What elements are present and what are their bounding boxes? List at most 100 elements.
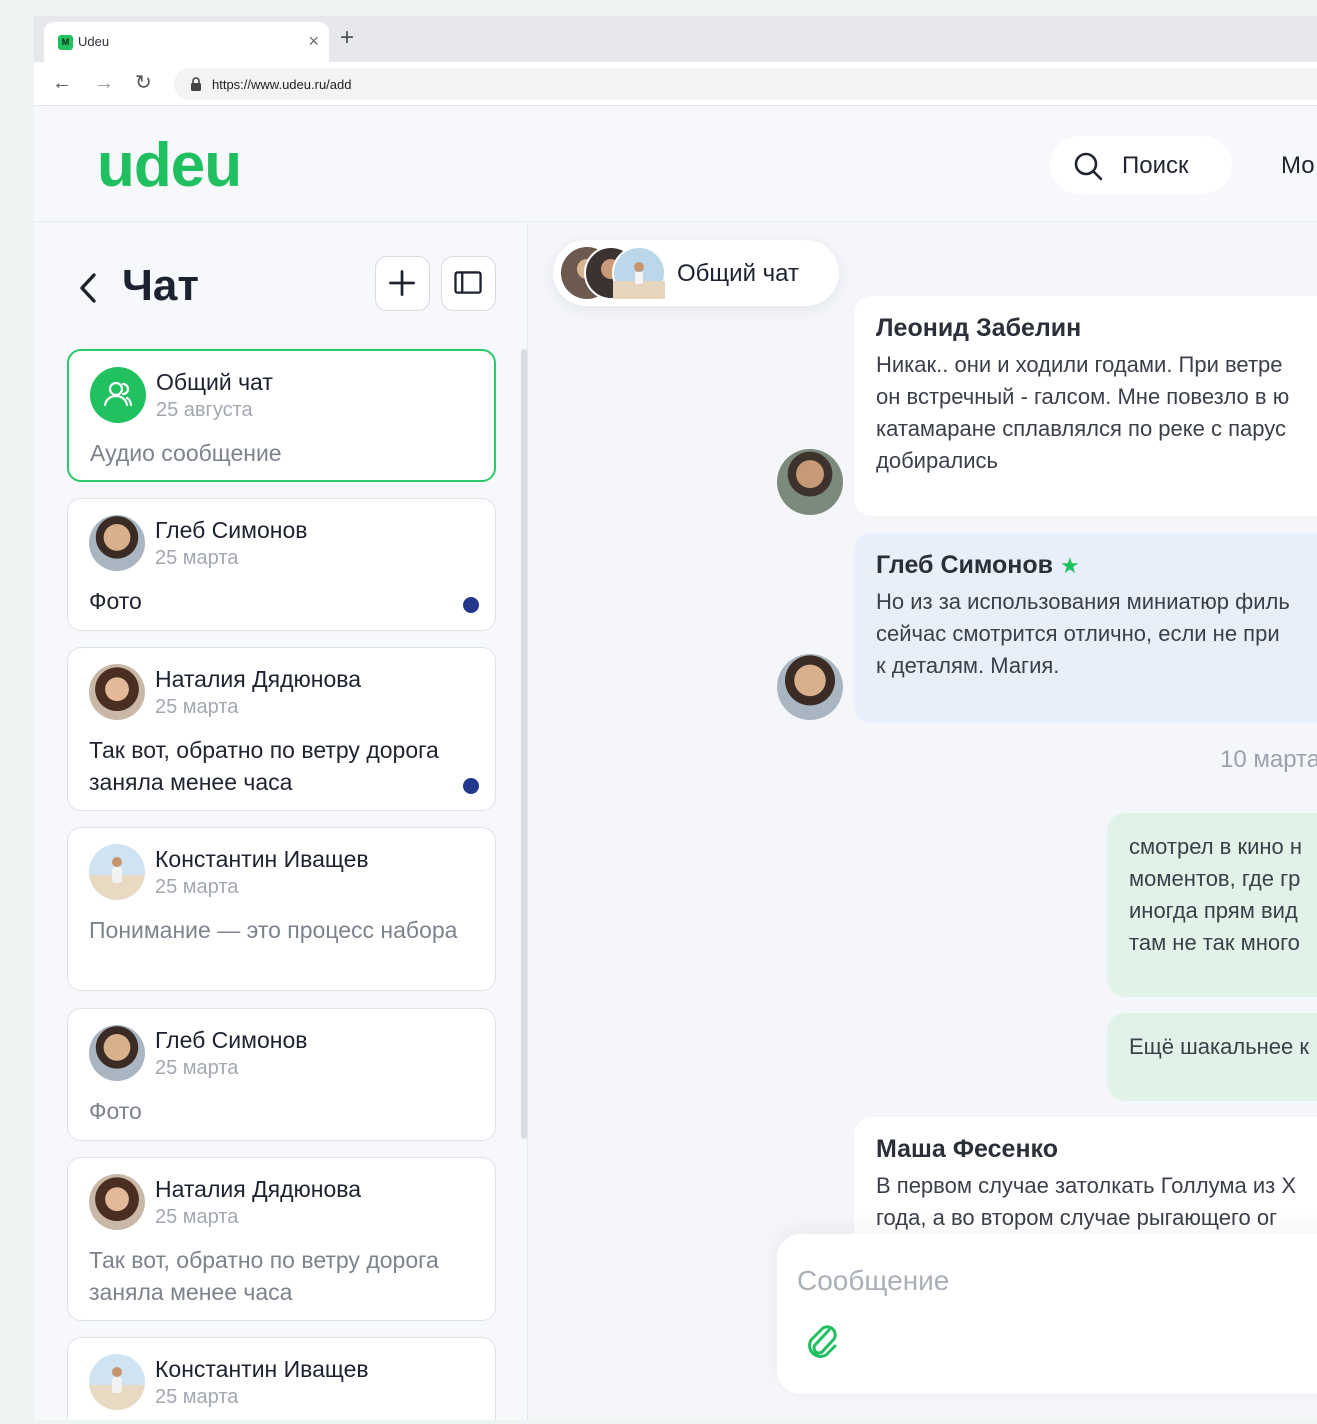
chat-list-item[interactable]: Константин Иващев 25 марта bbox=[67, 1337, 496, 1420]
chat-date: 25 августа bbox=[156, 399, 253, 421]
chat-name: Наталия Дядюнова bbox=[155, 666, 362, 692]
group-avatars-icon bbox=[561, 246, 666, 300]
message-bubble-own[interactable]: смотрел в кино н моментов, где гр иногда… bbox=[1107, 813, 1317, 997]
message-author: Леонид Забелин bbox=[876, 314, 1082, 342]
chat-date: 25 марта bbox=[155, 876, 239, 898]
chat-name: Общий чат bbox=[156, 369, 273, 395]
toggle-panel-button[interactable] bbox=[441, 256, 496, 311]
message-text: добирались bbox=[876, 448, 999, 473]
chat-list-item[interactable]: Глеб Симонов 25 марта Фото bbox=[67, 1008, 496, 1141]
chat-date: 25 марта bbox=[155, 1057, 239, 1079]
avatar bbox=[89, 515, 145, 571]
app: udeu Поиск Мо Чат Общий чат 25 августа А… bbox=[34, 106, 1317, 1420]
chat-date: 25 марта bbox=[155, 1386, 239, 1408]
paperclip-icon[interactable] bbox=[799, 1318, 843, 1362]
person-photo-icon bbox=[112, 1367, 122, 1393]
message-composer bbox=[777, 1234, 1317, 1394]
new-tab-button[interactable]: + bbox=[340, 26, 354, 50]
close-icon[interactable]: × bbox=[308, 31, 319, 51]
chat-preview: Так вот, обратно по ветру дорога заняла … bbox=[89, 1247, 439, 1305]
browser-navbar: ← → ↻ https://www.udeu.ru/add bbox=[34, 62, 1317, 106]
message-text: иногда прям вид bbox=[1129, 898, 1298, 923]
add-chat-button[interactable] bbox=[375, 256, 430, 311]
message-author: Маша Фесенко bbox=[876, 1135, 1058, 1163]
message-text: он встречный - галсом. Мне повезло в ю bbox=[876, 384, 1290, 409]
chevron-left-icon[interactable] bbox=[77, 271, 99, 305]
reload-icon[interactable]: ↻ bbox=[135, 72, 152, 94]
plus-icon bbox=[389, 270, 415, 296]
chat-name: Глеб Симонов bbox=[155, 1027, 308, 1053]
star-icon: ★ bbox=[1060, 553, 1080, 578]
message-text: смотрел в кино н bbox=[1129, 834, 1303, 859]
person-photo-icon bbox=[112, 857, 122, 883]
message-text: В первом случае затолкать Голлума из Х bbox=[876, 1173, 1296, 1198]
sidebar-panel-icon bbox=[454, 271, 482, 294]
chat-room-chip[interactable]: Общий чат bbox=[553, 240, 839, 306]
message-text: моментов, где гр bbox=[1129, 866, 1301, 891]
chat-date: 25 марта bbox=[155, 547, 239, 569]
chat-date: 25 марта bbox=[155, 696, 239, 718]
search-icon bbox=[1074, 152, 1103, 181]
message-text: катамаране сплавлялся по реке с парус bbox=[876, 416, 1286, 441]
tab-bar: M Udeu × + bbox=[34, 16, 1317, 62]
logo[interactable]: udeu bbox=[97, 130, 242, 201]
avatar bbox=[89, 1354, 145, 1410]
chat-list-item[interactable]: Наталия Дядюнова 25 марта Так вот, обрат… bbox=[67, 647, 496, 811]
avatar bbox=[777, 449, 843, 515]
url-text: https://www.udeu.ru/add bbox=[212, 77, 352, 92]
message-input[interactable] bbox=[797, 1256, 1317, 1306]
chat-list-item[interactable]: Общий чат 25 августа Аудио сообщение bbox=[67, 349, 496, 482]
message-text: Ещё шакальнее к bbox=[1129, 1034, 1310, 1059]
author-name: Глеб Симонов bbox=[876, 551, 1054, 579]
favicon-icon: M bbox=[58, 35, 73, 50]
chat-preview: Аудио сообщение bbox=[90, 440, 282, 466]
chat-name: Константин Иващев bbox=[155, 846, 369, 872]
message-text: года, а во втором случае рыгающего ог bbox=[876, 1205, 1278, 1230]
chat-sidebar: Чат Общий чат 25 августа Аудио сообщение… bbox=[34, 223, 528, 1420]
message-text: сейчас смотрится отлично, если не при bbox=[876, 621, 1280, 646]
chat-name: Глеб Симонов bbox=[155, 517, 308, 543]
search-button[interactable]: Поиск bbox=[1050, 136, 1232, 194]
message-bubble[interactable]: Глеб Симонов ★ Но из за использования ми… bbox=[854, 533, 1317, 723]
chat-preview: Понимание — это процесс набора bbox=[89, 917, 458, 943]
unread-indicator bbox=[463, 778, 479, 794]
group-avatar bbox=[90, 367, 146, 423]
chat-list-item[interactable]: Наталия Дядюнова 25 марта Так вот, обрат… bbox=[67, 1157, 496, 1321]
chat-preview: Фото bbox=[89, 1098, 142, 1124]
search-label: Поиск bbox=[1122, 152, 1189, 179]
browser-tab[interactable]: M Udeu × bbox=[44, 22, 329, 62]
scrollbar[interactable] bbox=[521, 349, 527, 1139]
page-title: Чат bbox=[122, 261, 199, 310]
chat-name: Наталия Дядюнова bbox=[155, 1176, 362, 1202]
nav-link[interactable]: Мо bbox=[1281, 152, 1315, 180]
chat-list-item[interactable]: Константин Иващев 25 марта Понимание — э… bbox=[67, 827, 496, 991]
back-arrow-icon[interactable]: ← bbox=[52, 72, 72, 94]
date-separator: 10 марта bbox=[1220, 746, 1317, 773]
avatar bbox=[89, 1025, 145, 1081]
message-text: Но из за использования миниатюр филь bbox=[876, 589, 1290, 614]
chat-list-item[interactable]: Глеб Симонов 25 марта Фото bbox=[67, 498, 496, 631]
message-author: Глеб Симонов ★ bbox=[876, 551, 1080, 580]
browser-window: M Udeu × + ← → ↻ https://www.udeu.ru/add… bbox=[34, 16, 1317, 1420]
chat-room-title: Общий чат bbox=[677, 260, 799, 287]
forward-arrow-icon[interactable]: → bbox=[94, 72, 114, 94]
avatar bbox=[89, 1174, 145, 1230]
lock-icon bbox=[191, 77, 201, 91]
chat-preview: Так вот, обратно по ветру дорога заняла … bbox=[89, 737, 439, 795]
address-bar[interactable]: https://www.udeu.ru/add bbox=[174, 68, 1317, 100]
group-icon bbox=[103, 381, 133, 407]
chat-main: Общий чат Леонид Забелин Никак.. они и х… bbox=[529, 223, 1317, 1420]
message-text: там не так много bbox=[1129, 930, 1300, 955]
message-text: к деталям. Магия. bbox=[876, 653, 1060, 678]
app-header: udeu Поиск Мо bbox=[34, 106, 1317, 222]
chat-name: Константин Иващев bbox=[155, 1356, 369, 1382]
message-bubble-own[interactable]: Ещё шакальнее к bbox=[1107, 1013, 1317, 1101]
avatar bbox=[89, 844, 145, 900]
avatar bbox=[89, 664, 145, 720]
unread-indicator bbox=[463, 597, 479, 613]
tab-title: Udeu bbox=[78, 34, 110, 49]
message-bubble[interactable]: Леонид Забелин Никак.. они и ходили года… bbox=[854, 296, 1317, 516]
message-text: Никак.. они и ходили годами. При ветре bbox=[876, 352, 1283, 377]
chat-preview: Фото bbox=[89, 588, 142, 614]
avatar bbox=[777, 654, 843, 720]
